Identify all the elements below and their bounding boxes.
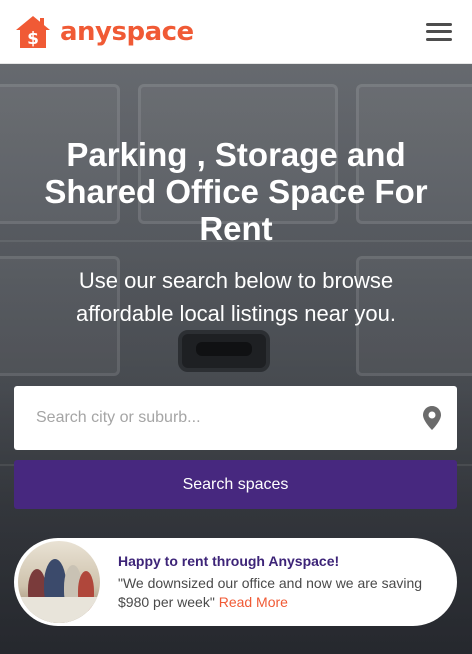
menu-bar	[426, 37, 452, 41]
svg-text:$: $	[27, 29, 39, 49]
hero-title: Parking , Storage and Shared Office Spac…	[44, 136, 428, 247]
hamburger-menu-icon[interactable]	[426, 21, 452, 43]
background-door-handle	[178, 330, 270, 372]
testimonial-quote: "We downsized our office and now we are …	[118, 574, 445, 612]
map-pin-icon[interactable]	[423, 406, 441, 430]
testimonial-text: Happy to rent through Anyspace! "We down…	[118, 552, 445, 612]
menu-bar	[426, 30, 452, 33]
testimonial-photo	[18, 541, 100, 623]
brand-name: anyspace	[60, 16, 194, 47]
search-box	[14, 386, 457, 450]
site-header: $ anyspace	[0, 0, 472, 64]
testimonial-title: Happy to rent through Anyspace!	[118, 553, 340, 569]
search-input[interactable]	[36, 398, 423, 438]
testimonial-card[interactable]: Happy to rent through Anyspace! "We down…	[14, 538, 457, 626]
read-more-link[interactable]: Read More	[219, 594, 288, 610]
hero-subtitle: Use our search below to browse affordabl…	[75, 268, 396, 326]
house-dollar-icon: $	[16, 15, 50, 49]
hero-section: Parking , Storage and Shared Office Spac…	[0, 64, 472, 654]
menu-bar	[426, 22, 452, 26]
brand-logo-link[interactable]: $ anyspace	[14, 14, 194, 50]
search-spaces-button[interactable]: Search spaces	[14, 460, 457, 509]
